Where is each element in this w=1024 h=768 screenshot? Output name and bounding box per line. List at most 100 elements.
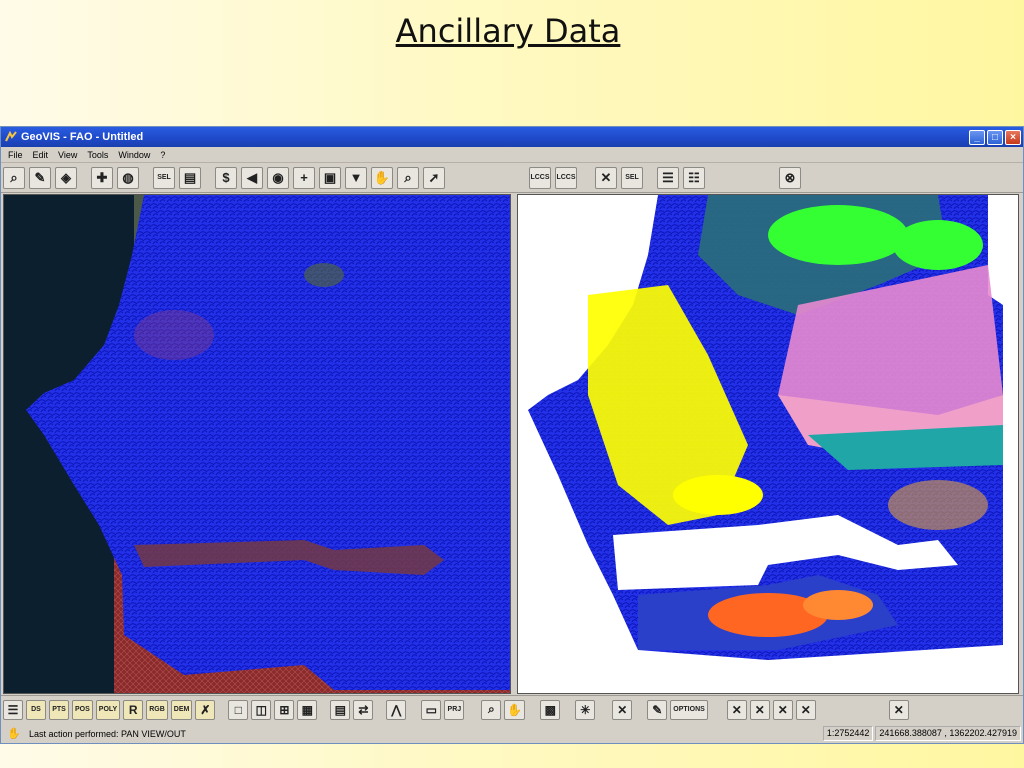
landcover-map-canvas bbox=[518, 195, 1018, 693]
close-layer-1-icon[interactable]: ✕ bbox=[726, 699, 747, 720]
sync-icon[interactable]: ⇄ bbox=[353, 699, 374, 720]
lccs-icon-1[interactable]: LCCS bbox=[529, 166, 551, 189]
exit-icon[interactable]: ⊗ bbox=[779, 166, 801, 189]
hand-icon[interactable]: ✋ bbox=[504, 699, 526, 720]
globe-icon[interactable]: ◉ bbox=[267, 166, 289, 189]
remove-layer-icon[interactable]: ✗ bbox=[195, 699, 216, 720]
arrow-pointer-icon[interactable]: ➚ bbox=[423, 166, 445, 189]
open-dem-icon[interactable]: DEM bbox=[170, 699, 193, 720]
open-pos-icon[interactable]: POS bbox=[72, 699, 93, 720]
menu-edit[interactable]: Edit bbox=[28, 150, 54, 160]
magnifier-icon[interactable]: ⌕ bbox=[397, 166, 419, 189]
close-layer-4-icon[interactable]: ✕ bbox=[795, 699, 816, 720]
menu-tools[interactable]: Tools bbox=[82, 150, 113, 160]
maximize-button[interactable]: □ bbox=[987, 129, 1003, 145]
satellite-map-view[interactable] bbox=[3, 194, 511, 694]
green-x-icon[interactable]: ✕ bbox=[888, 699, 909, 720]
bottom-toolbar: ☰ DS PTS POS POLY R RGB DEM ✗ □ ◫ ⊞ ▦ ▤ ⇄ ⋀ ▭ PRJ ⌕ ✋ ▩ ✳ ✕ ✎ OP… bbox=[1, 695, 1023, 723]
single-view-icon[interactable]: □ bbox=[228, 699, 249, 720]
lccs-glyph: LCCS bbox=[556, 174, 576, 181]
profile-icon[interactable]: ⋀ bbox=[386, 699, 407, 720]
menu-window[interactable]: Window bbox=[113, 150, 155, 160]
menubar: File Edit View Tools Window ? bbox=[1, 147, 1023, 163]
dual-view-icon[interactable]: ◫ bbox=[251, 699, 272, 720]
landcover-map-view[interactable] bbox=[517, 194, 1019, 694]
open-poly-icon[interactable]: POLY bbox=[95, 699, 121, 720]
status-message: Last action performed: PAN VIEW/OUT bbox=[29, 728, 186, 739]
edit-icon[interactable]: ✎ bbox=[647, 699, 668, 720]
pan-hand-icon[interactable]: ✋ bbox=[371, 166, 393, 189]
zoom-in-icon[interactable]: + bbox=[293, 166, 315, 189]
add-layer-icon[interactable]: ✚ bbox=[91, 166, 113, 189]
save-prj-icon[interactable]: PRJ bbox=[444, 699, 465, 720]
arrow-pointer-glyph: ➚ bbox=[428, 170, 440, 185]
lccs-glyph: LCCS bbox=[530, 174, 550, 181]
notes-icon[interactable]: ▤ bbox=[330, 699, 351, 720]
globe-layer-glyph: ◍ bbox=[122, 170, 134, 185]
cancel-icon[interactable]: ✕ bbox=[612, 699, 633, 720]
table-view-glyph: ☰ bbox=[662, 170, 674, 185]
zoom-layer-glyph: ⌕ bbox=[10, 170, 18, 185]
window-title: GeoVIS - FAO - Untitled bbox=[21, 131, 144, 143]
delete-x-glyph: ✕ bbox=[600, 170, 612, 185]
globe-layer-icon[interactable]: ◍ bbox=[117, 166, 139, 189]
zoom-in-glyph: + bbox=[300, 170, 308, 185]
select-icon[interactable]: SEL bbox=[153, 166, 175, 189]
geovis-app-icon bbox=[5, 130, 17, 143]
table-edit-glyph: ☷ bbox=[688, 170, 700, 185]
pan-left-glyph: ◀ bbox=[247, 170, 257, 185]
polygon-edit-icon[interactable]: ◈ bbox=[55, 166, 77, 189]
open-pts-icon[interactable]: PTS bbox=[49, 699, 69, 720]
lccs-icon-2[interactable]: LCCS bbox=[555, 166, 577, 189]
search-icon[interactable]: ⌕ bbox=[481, 699, 502, 720]
close-layer-2-icon[interactable]: ✕ bbox=[749, 699, 770, 720]
slide-title: Ancillary Data bbox=[395, 12, 621, 50]
map-page-icon[interactable]: ▣ bbox=[319, 166, 341, 189]
selection-table-glyph: SEL bbox=[625, 174, 639, 181]
polygon-edit-glyph: ◈ bbox=[61, 170, 71, 185]
open-rgb-icon[interactable]: RGB bbox=[146, 699, 168, 720]
dollar-globe-glyph: $ bbox=[222, 170, 230, 185]
table-edit-icon[interactable]: ☷ bbox=[683, 166, 705, 189]
menu-help[interactable]: ? bbox=[155, 150, 170, 160]
pan-down-glyph: ▼ bbox=[349, 170, 363, 185]
map-views bbox=[3, 194, 1021, 694]
pencil-glyph: ✎ bbox=[34, 170, 46, 185]
layer-properties-icon[interactable]: ▤ bbox=[179, 166, 201, 189]
add-layer-glyph: ✚ bbox=[96, 170, 108, 185]
menu-file[interactable]: File bbox=[3, 150, 28, 160]
pan-hand-glyph: ✋ bbox=[373, 170, 391, 185]
menu-view[interactable]: View bbox=[53, 150, 82, 160]
color-view-icon[interactable]: ▦ bbox=[297, 699, 318, 720]
cursor-coordinates: 241668.388087 , 1362202.427919 bbox=[875, 726, 1021, 741]
picture-icon[interactable]: ▩ bbox=[540, 699, 561, 720]
dollar-globe-icon[interactable]: $ bbox=[215, 166, 237, 189]
open-r-icon[interactable]: R bbox=[123, 699, 144, 720]
map-page-glyph: ▣ bbox=[323, 170, 337, 185]
save-icon[interactable]: ▭ bbox=[421, 699, 442, 720]
geovis-window: GeoVIS - FAO - Untitled _ □ × File Edit … bbox=[0, 126, 1024, 744]
quad-view-icon[interactable]: ⊞ bbox=[274, 699, 295, 720]
exit-glyph: ⊗ bbox=[784, 170, 796, 185]
measure-icon[interactable]: ✳ bbox=[575, 699, 596, 720]
magnifier-glyph: ⌕ bbox=[404, 170, 412, 185]
satellite-map-canvas bbox=[4, 195, 510, 693]
selection-table-icon[interactable]: SEL bbox=[621, 166, 643, 189]
table-view-icon[interactable]: ☰ bbox=[657, 166, 679, 189]
minimize-button[interactable]: _ bbox=[969, 129, 985, 145]
open-ds-icon[interactable]: DS bbox=[26, 699, 46, 720]
statusbar: ✋ Last action performed: PAN VIEW/OUT 1:… bbox=[1, 724, 1023, 743]
zoom-layer-icon[interactable]: ⌕ bbox=[3, 166, 25, 189]
pan-hand-status-icon: ✋ bbox=[7, 728, 21, 740]
delete-x-icon[interactable]: ✕ bbox=[595, 166, 617, 189]
layers-list-icon[interactable]: ☰ bbox=[3, 699, 23, 720]
pan-down-icon[interactable]: ▼ bbox=[345, 166, 367, 189]
options-icon[interactable]: OPTIONS bbox=[670, 699, 708, 720]
close-button[interactable]: × bbox=[1005, 129, 1021, 145]
pencil-icon[interactable]: ✎ bbox=[29, 166, 51, 189]
close-layer-3-icon[interactable]: ✕ bbox=[772, 699, 793, 720]
window-titlebar[interactable]: GeoVIS - FAO - Untitled _ □ × bbox=[1, 127, 1023, 147]
pan-left-icon[interactable]: ◀ bbox=[241, 166, 263, 189]
layer-properties-glyph: ▤ bbox=[183, 170, 197, 185]
map-scale: 1:2752442 bbox=[822, 726, 874, 741]
